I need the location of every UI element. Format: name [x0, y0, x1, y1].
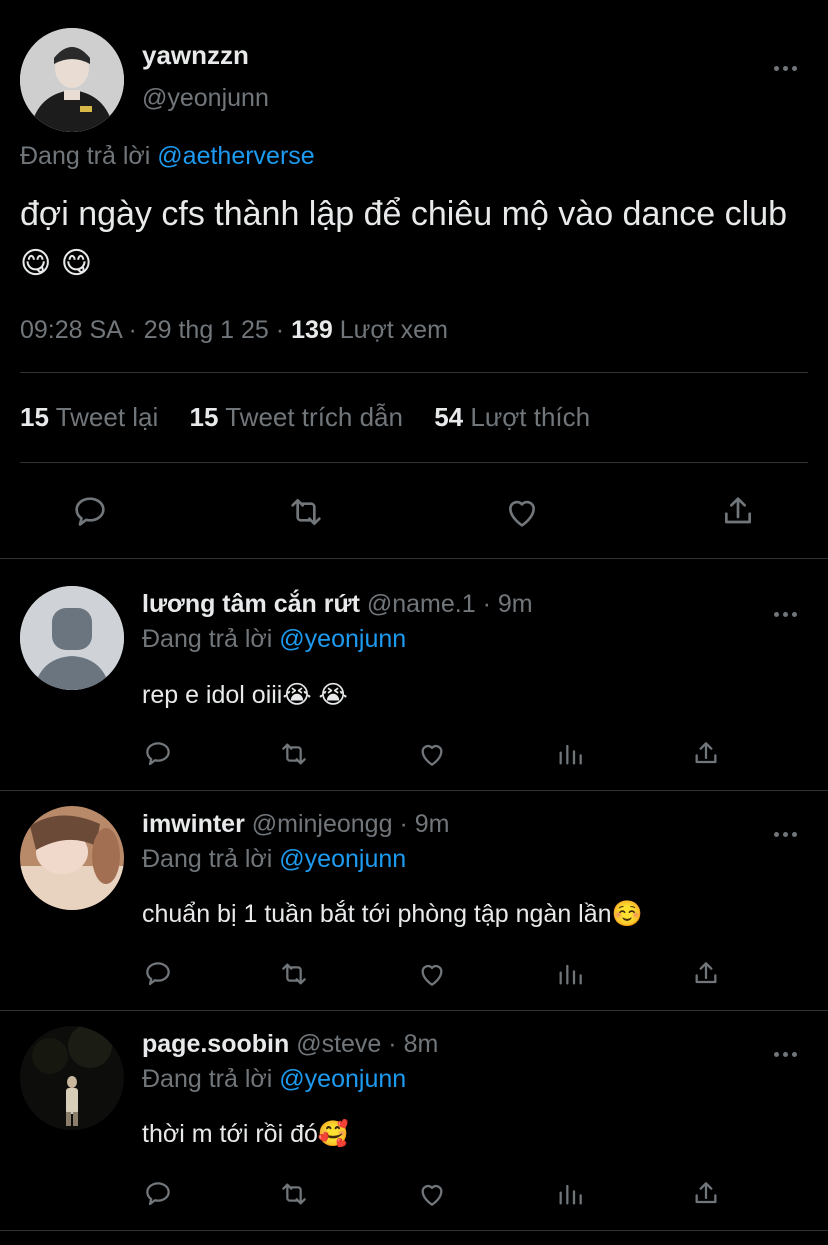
main-tweet-actions [0, 488, 828, 536]
reply-author-name[interactable]: imwinter [142, 810, 245, 838]
separator: · [275, 316, 285, 344]
views-label: Lượt xem [339, 316, 448, 344]
replying-to-mention[interactable]: @aetherverse [157, 142, 314, 170]
reply-actions [0, 958, 828, 994]
reply-header: imwinter @minjeongg · 9m [142, 810, 449, 839]
tweet-stats: 15 Tweet lại 15 Tweet trích dẫn 54 Lượt … [20, 402, 614, 433]
more-options-icon[interactable] [774, 58, 802, 71]
replying-to-mention[interactable]: @yeonjunn [279, 1065, 406, 1093]
reply-icon[interactable] [142, 1178, 182, 1218]
reply-time[interactable]: 9m [498, 590, 533, 618]
tweet-date[interactable]: 29 thg 1 25 [144, 316, 269, 344]
reply-header: page.soobin @steve · 8m [142, 1030, 438, 1059]
reply-author-handle[interactable]: @steve [296, 1030, 381, 1058]
more-options-icon[interactable] [774, 824, 802, 837]
replying-to-mention[interactable]: @yeonjunn [279, 845, 406, 873]
replying-prefix: Đang trả lời [142, 845, 273, 873]
retweets-count: 15 [20, 402, 49, 432]
analytics-icon[interactable] [554, 958, 594, 998]
reply-author-name[interactable]: page.soobin [142, 1030, 289, 1058]
replying-to-line: Đang trả lời @yeonjunn [142, 845, 406, 874]
retweet-icon[interactable] [278, 958, 318, 998]
reply-body: rep e idol oiii [142, 681, 283, 709]
main-author-name[interactable]: yawnzzn [142, 40, 249, 71]
separator: · [399, 810, 408, 838]
share-icon[interactable] [690, 1178, 730, 1218]
quotes-count: 15 [189, 402, 219, 432]
replying-prefix: Đang trả lời [142, 625, 273, 653]
tweet-time[interactable]: 09:28 SA [20, 316, 121, 344]
replying-to-line: Đang trả lời @aetherverse [20, 142, 315, 171]
reply-body: chuẩn bị 1 tuần bắt tới phòng tập ngàn l… [142, 900, 612, 928]
separator: · [482, 590, 491, 618]
emoji-yum: 😋 [60, 247, 93, 280]
like-icon[interactable] [502, 492, 542, 532]
emoji-smiling: ☺️ [611, 900, 643, 928]
more-options-icon[interactable] [774, 604, 802, 617]
reply-tweet[interactable]: imwinter @minjeongg · 9m Đang trả lời @y… [0, 780, 828, 1000]
reply-body: thời m tới rồi đó [142, 1120, 318, 1148]
analytics-icon[interactable] [554, 1178, 594, 1218]
reply-author-name[interactable]: lương tâm cắn rứt [142, 590, 360, 618]
main-tweet: yawnzzn @yeonjunn Đang trả lời @aetherve… [0, 0, 828, 558]
reply-text: chuẩn bị 1 tuần bắt tới phòng tập ngàn l… [142, 900, 643, 929]
separator: · [388, 1030, 397, 1058]
main-tweet-text: đợi ngày cfs thành lập để chiêu mộ vào d… [20, 190, 810, 288]
retweet-icon[interactable] [286, 492, 326, 532]
replying-prefix: Đang trả lời [142, 1065, 273, 1093]
replying-prefix: Đang trả lời [20, 142, 151, 170]
reply-text: rep e idol oiii😭 😭 [142, 680, 348, 710]
retweets-label: Tweet lại [55, 402, 159, 432]
replying-to-line: Đang trả lời @yeonjunn [142, 1065, 406, 1094]
share-icon[interactable] [718, 492, 758, 532]
reply-time[interactable]: 8m [404, 1030, 439, 1058]
reply-tweet[interactable]: lương tâm cắn rứt @name.1 · 9m Đang trả … [0, 560, 828, 780]
reply-icon[interactable] [142, 958, 182, 998]
reply-tweet[interactable]: page.soobin @steve · 8m Đang trả lời @ye… [0, 1000, 828, 1220]
like-icon[interactable] [416, 738, 456, 778]
likes-stat[interactable]: 54 Lượt thích [434, 402, 590, 432]
reply-actions [0, 738, 828, 774]
reply-icon[interactable] [70, 492, 110, 532]
views-count: 139 [291, 316, 333, 344]
main-author-handle[interactable]: @yeonjunn [142, 84, 269, 113]
divider [20, 372, 808, 373]
replying-to-mention[interactable]: @yeonjunn [279, 625, 406, 653]
retweets-stat[interactable]: 15 Tweet lại [20, 402, 158, 432]
likes-count: 54 [434, 402, 464, 432]
reply-time[interactable]: 9m [415, 810, 450, 838]
more-options-icon[interactable] [774, 1044, 802, 1057]
reply-icon[interactable] [142, 738, 182, 778]
like-icon[interactable] [416, 958, 456, 998]
share-icon[interactable] [690, 958, 730, 998]
retweet-icon[interactable] [278, 1178, 318, 1218]
reply-author-handle[interactable]: @name.1 [367, 590, 476, 618]
quotes-stat[interactable]: 15 Tweet trích dẫn [190, 402, 403, 432]
reply-text: thời m tới rồi đó🥰 [142, 1120, 349, 1149]
retweet-icon[interactable] [278, 738, 318, 778]
divider [0, 558, 828, 559]
reply-actions [0, 1178, 828, 1214]
reply-author-avatar[interactable] [20, 806, 124, 910]
reply-author-handle[interactable]: @minjeongg [252, 810, 393, 838]
emoji-crying: 😭 [282, 681, 312, 709]
separator: · [128, 316, 137, 344]
tweet-body: đợi ngày cfs thành lập để chiêu mộ vào d… [20, 195, 788, 233]
quotes-label: Tweet trích dẫn [225, 402, 403, 432]
tweet-meta: 09:28 SA · 29 thg 1 25 · 139 Lượt xem [20, 316, 448, 345]
emoji-yum: 😋 [20, 247, 52, 280]
analytics-icon[interactable] [554, 738, 594, 778]
main-author-avatar[interactable] [20, 28, 124, 132]
likes-label: Lượt thích [470, 402, 591, 432]
reply-author-avatar[interactable] [20, 1026, 124, 1130]
replying-to-line: Đang trả lời @yeonjunn [142, 625, 406, 654]
reply-header: lương tâm cắn rứt @name.1 · 9m [142, 590, 533, 619]
emoji-smiling-hearts: 🥰 [317, 1120, 350, 1148]
reply-author-avatar[interactable] [20, 586, 124, 690]
share-icon[interactable] [690, 738, 730, 778]
like-icon[interactable] [416, 1178, 456, 1218]
divider [0, 1230, 828, 1231]
emoji-crying: 😭 [318, 681, 348, 709]
divider [20, 462, 808, 463]
